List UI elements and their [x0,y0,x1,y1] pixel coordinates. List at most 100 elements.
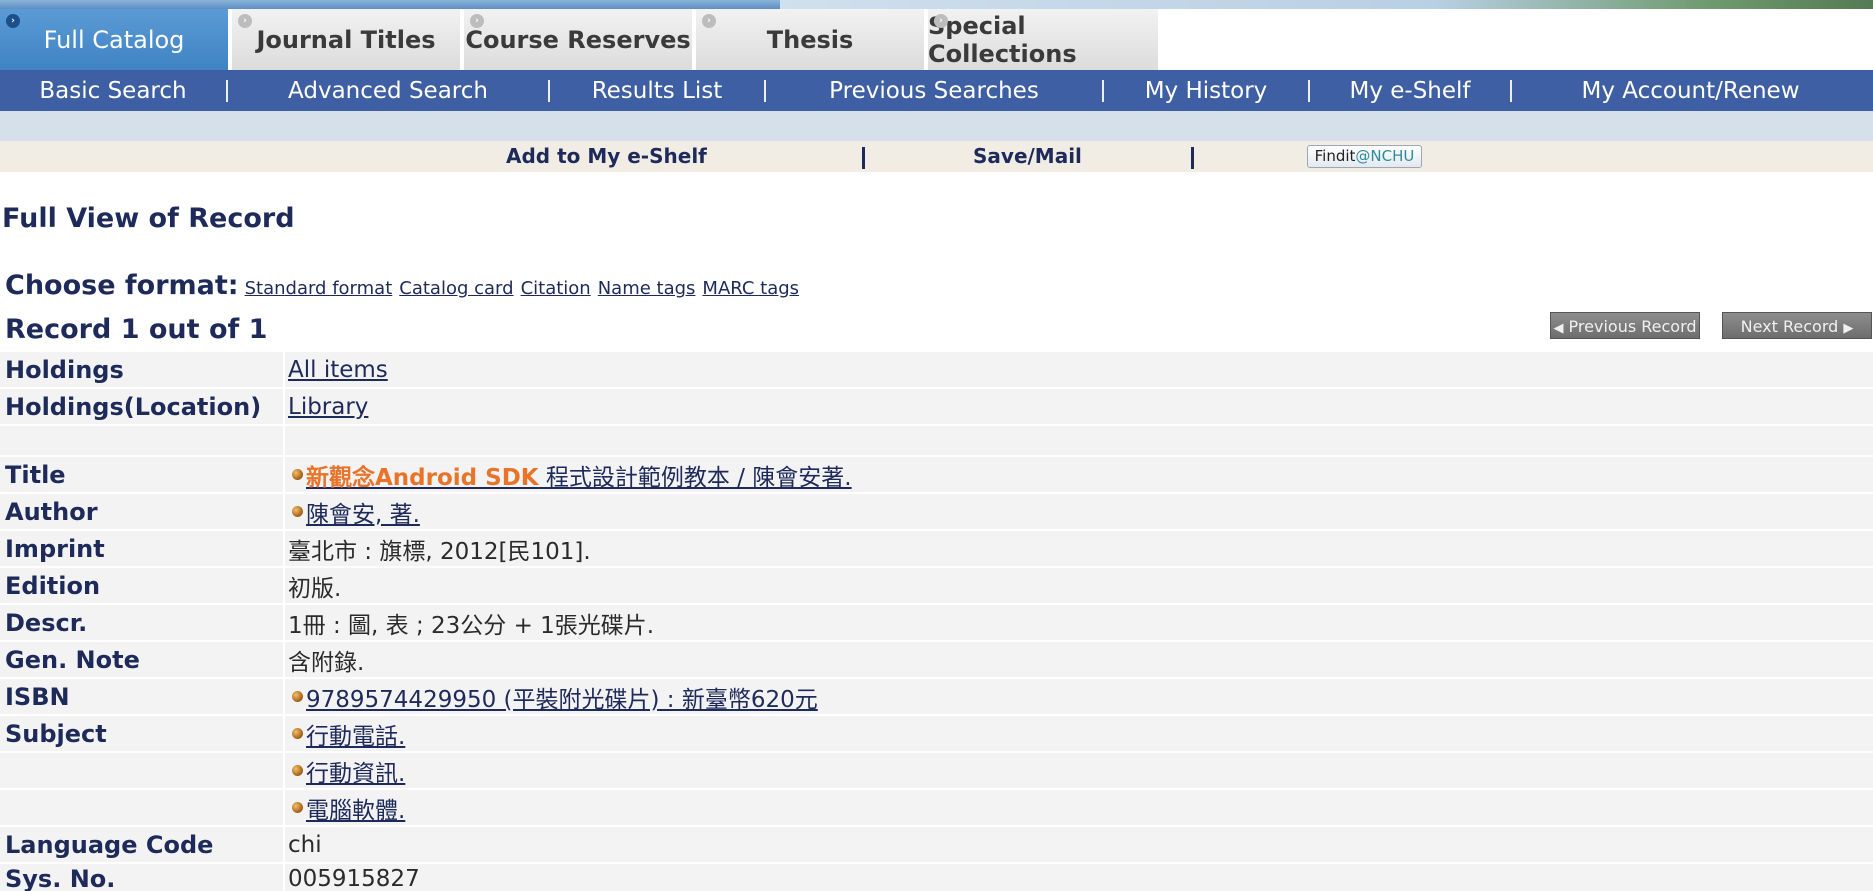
bullet-icon [292,469,303,480]
banner-segment-left [0,0,780,9]
table-row: Subject 行動電話. [0,716,1873,753]
table-row: Imprint 臺北市 : 旗標, 2012[民101]. [0,531,1873,568]
field-label-empty [0,753,283,788]
field-value: All items [283,352,1873,387]
record-action-bar: Add to My e-Shelf Save/Mail Findit@NCHU [0,141,1873,172]
nav-results-list[interactable]: Results List [550,78,764,104]
field-value: 電腦軟體. [283,790,1873,825]
field-label: ISBN [0,679,283,714]
next-record-button[interactable]: Next Record ▶ [1722,312,1872,339]
field-value: 1冊 : 圖, 表 ; 23公分 + 1張光碟片. [283,605,1873,640]
format-catalog-card-link[interactable]: Catalog card [399,278,513,299]
tab-thesis[interactable]: › Thesis [696,9,926,70]
findit-button[interactable]: Findit@NCHU [1307,145,1422,168]
field-value: 臺北市 : 旗標, 2012[民101]. [283,531,1873,566]
tab-full-catalog[interactable]: › Full Catalog [0,9,230,70]
field-label: Subject [0,716,283,751]
table-row: Edition 初版. [0,568,1873,605]
field-value-empty [283,426,1873,455]
field-label: Language Code [0,827,283,862]
field-value: 9789574429950 (平裝附光碟片) : 新臺幣620元 [283,679,1873,714]
table-row: ISBN 9789574429950 (平裝附光碟片) : 新臺幣620元 [0,679,1873,716]
nav-separator [1308,79,1310,102]
format-chooser: Choose format: Standard format Catalog c… [5,270,806,301]
triangle-right-icon: ▶ [1843,321,1854,336]
nav-previous-searches[interactable]: Previous Searches [766,78,1102,104]
tab-label: Thesis [766,25,854,54]
banner-segment-right [780,0,1873,9]
field-value: 初版. [283,568,1873,603]
field-label-empty [0,426,283,455]
isbn-link[interactable]: 9789574429950 (平裝附光碟片) : 新臺幣620元 [306,680,818,714]
field-value: chi [283,827,1873,862]
nav-my-eshelf[interactable]: My e-Shelf [1310,78,1510,104]
tab-label: Full Catalog [43,25,185,54]
title-link[interactable]: 新觀念Android SDK 程式設計範例教本 / 陳會安著. [306,458,852,492]
nav-my-history[interactable]: My History [1104,78,1308,104]
field-label: Edition [0,568,283,603]
table-row: 行動資訊. [0,753,1873,790]
field-value: 行動電話. [283,716,1873,751]
format-standard-link[interactable]: Standard format [245,278,393,299]
page-title: Full View of Record [2,203,295,234]
subject-link[interactable]: 行動資訊. [306,754,405,788]
holdings-all-items-link[interactable]: All items [288,357,388,383]
title-keyword: Android SDK [375,464,539,491]
subject-link[interactable]: 行動電話. [306,717,405,751]
tab-arrow-icon: › [470,14,484,28]
table-row: Language Code chi [0,827,1873,864]
previous-record-label: Previous Record [1568,317,1697,336]
holdings-location-link[interactable]: Library [288,394,368,420]
field-value: 含附錄. [283,642,1873,677]
field-label: Gen. Note [0,642,283,677]
tab-special-collections[interactable]: › Special Collections [928,9,1160,70]
field-value: Library [283,389,1873,424]
field-label: Sys. No. [0,864,283,891]
tab-journal-titles[interactable]: › Journal Titles [232,9,462,70]
tab-arrow-icon: › [934,14,948,28]
subject-link[interactable]: 電腦軟體. [306,791,405,825]
nav-advanced-search[interactable]: Advanced Search [228,78,548,104]
field-label: Holdings [0,352,283,387]
tab-label: Special Collections [928,11,1077,68]
format-marc-tags-link[interactable]: MARC tags [702,278,799,299]
field-value: 行動資訊. [283,753,1873,788]
add-to-eshelf-link[interactable]: Add to My e-Shelf [506,141,707,172]
author-link[interactable]: 陳會安, 著. [306,495,420,529]
action-separator [862,147,865,169]
sub-navigation-band [0,111,1873,141]
table-row: Gen. Note 含附錄. [0,642,1873,679]
field-label: Descr. [0,605,283,640]
table-row: Holdings All items [0,352,1873,389]
bullet-icon [292,765,303,776]
triangle-left-icon: ◀ [1553,321,1564,336]
tab-arrow-icon: › [238,14,252,28]
previous-record-button[interactable]: ◀ Previous Record [1550,312,1700,339]
tab-arrow-icon: › [702,14,716,28]
nav-my-account-renew[interactable]: My Account/Renew [1512,78,1869,104]
table-row-spacer [0,426,1873,457]
nav-basic-search[interactable]: Basic Search [0,78,226,104]
main-navigation: Basic Search Advanced Search Results Lis… [0,70,1873,111]
save-mail-link[interactable]: Save/Mail [973,141,1082,172]
tab-arrow-icon: › [6,14,20,28]
table-row: Descr. 1冊 : 圖, 表 ; 23公分 + 1張光碟片. [0,605,1873,642]
bullet-icon [292,802,303,813]
field-label: Holdings(Location) [0,389,283,424]
field-value: 005915827 [283,864,1873,891]
field-label: Author [0,494,283,529]
format-name-tags-link[interactable]: Name tags [598,278,696,299]
bullet-icon [292,728,303,739]
table-row: Author 陳會安, 著. [0,494,1873,531]
findit-suffix: @NCHU [1355,147,1415,165]
tab-course-reserves[interactable]: › Course Reserves [464,9,694,70]
field-label: Title [0,457,283,492]
nav-separator [764,79,766,102]
title-keyword: 新觀念 [306,464,375,491]
table-row: 電腦軟體. [0,790,1873,827]
format-citation-link[interactable]: Citation [521,278,591,299]
bullet-icon [292,506,303,517]
table-row: Holdings(Location) Library [0,389,1873,426]
table-row: Title 新觀念Android SDK 程式設計範例教本 / 陳會安著. [0,457,1873,494]
bullet-icon [292,691,303,702]
